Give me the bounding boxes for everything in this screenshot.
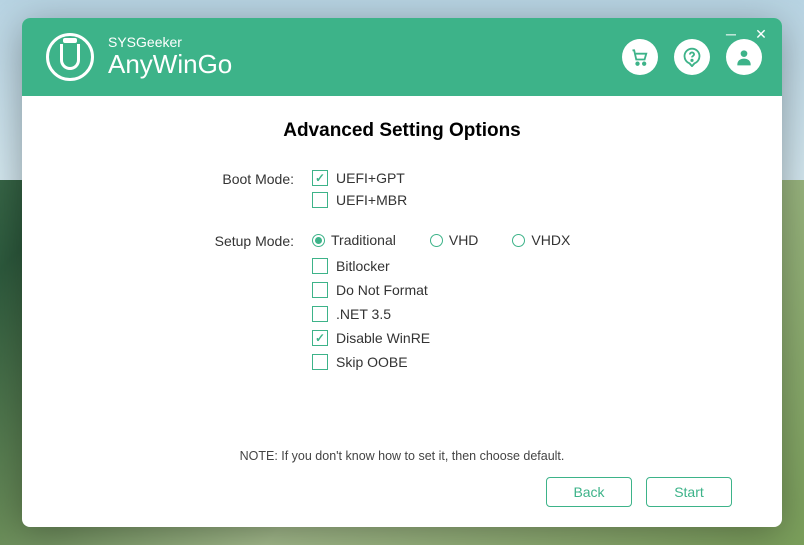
checkbox-label: UEFI+GPT — [336, 170, 405, 186]
window-controls: ─ ✕ — [724, 26, 768, 43]
boot-mode-uefi-mbr[interactable]: UEFI+MBR — [312, 192, 732, 208]
checkbox-label: UEFI+MBR — [336, 192, 407, 208]
cart-icon — [630, 47, 650, 67]
user-button[interactable] — [726, 39, 762, 75]
setup-mode-label: Setup Mode: — [212, 232, 312, 249]
start-button[interactable]: Start — [646, 477, 732, 507]
user-icon — [734, 47, 754, 67]
logo-icon — [46, 33, 94, 81]
radio-label: VHD — [449, 232, 479, 248]
checkbox-icon — [312, 306, 328, 322]
extra-skip-oobe[interactable]: Skip OOBE — [312, 354, 732, 370]
radio-icon — [312, 234, 325, 247]
cart-button[interactable] — [622, 39, 658, 75]
help-button[interactable] — [674, 39, 710, 75]
extra-net35[interactable]: .NET 3.5 — [312, 306, 732, 322]
note-text: NOTE: If you don't know how to set it, t… — [22, 449, 782, 463]
extra-bitlocker[interactable]: Bitlocker — [312, 258, 732, 274]
boot-mode-row: Boot Mode: UEFI+GPT UEFI+MBR — [212, 170, 732, 214]
checkbox-label: Skip OOBE — [336, 354, 408, 370]
brand-small: SYSGeeker — [108, 35, 232, 50]
extra-disable-winre[interactable]: Disable WinRE — [312, 330, 732, 346]
checkbox-label: Do Not Format — [336, 282, 428, 298]
checkbox-icon — [312, 192, 328, 208]
radio-label: Traditional — [331, 232, 396, 248]
boot-mode-uefi-gpt[interactable]: UEFI+GPT — [312, 170, 732, 186]
page-title: Advanced Setting Options — [72, 120, 732, 142]
checkbox-label: Bitlocker — [336, 258, 390, 274]
boot-mode-label: Boot Mode: — [212, 170, 312, 187]
brand-name: AnyWinGo — [108, 50, 232, 79]
setup-mode-traditional[interactable]: Traditional — [312, 232, 396, 248]
minimize-button[interactable]: ─ — [724, 26, 738, 43]
checkbox-icon — [312, 258, 328, 274]
setup-mode-vhd[interactable]: VHD — [430, 232, 479, 248]
radio-icon — [512, 234, 525, 247]
radio-label: VHDX — [531, 232, 570, 248]
extra-do-not-format[interactable]: Do Not Format — [312, 282, 732, 298]
checkbox-icon — [312, 354, 328, 370]
close-button[interactable]: ✕ — [754, 26, 768, 43]
titlebar: ─ ✕ SYSGeeker AnyWinGo — [22, 18, 782, 96]
content-area: Advanced Setting Options Boot Mode: UEFI… — [22, 96, 782, 527]
brand-block: SYSGeeker AnyWinGo — [46, 33, 232, 81]
radio-icon — [430, 234, 443, 247]
setup-mode-vhdx[interactable]: VHDX — [512, 232, 570, 248]
checkbox-icon — [312, 170, 328, 186]
app-window: ─ ✕ SYSGeeker AnyWinGo — [22, 18, 782, 527]
checkbox-label: Disable WinRE — [336, 330, 430, 346]
extras-group: Bitlocker Do Not Format .NET 3.5 Di — [312, 258, 732, 370]
help-icon — [682, 47, 702, 67]
setup-mode-row: Setup Mode: Traditional VHD — [212, 232, 732, 378]
back-button[interactable]: Back — [546, 477, 632, 507]
checkbox-icon — [312, 282, 328, 298]
checkbox-label: .NET 3.5 — [336, 306, 391, 322]
checkbox-icon — [312, 330, 328, 346]
